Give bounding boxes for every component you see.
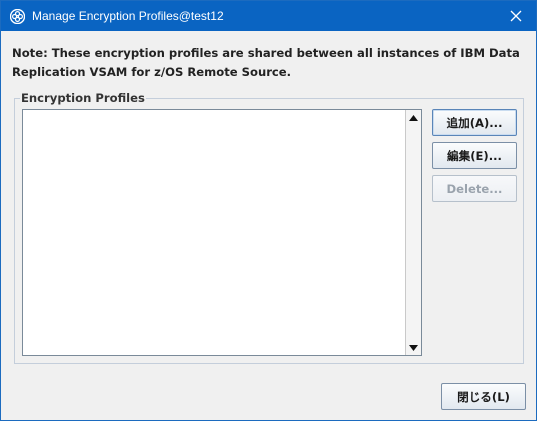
encryption-profiles-group-title: Encryption Profiles [20,91,146,105]
shared-profiles-note: Note: These encryption profiles are shar… [12,46,520,79]
add-profile-button[interactable]: 追加(A)... [432,109,517,136]
scroll-down-button[interactable] [406,341,421,355]
scroll-up-arrow-icon [409,115,418,121]
encryption-profiles-list[interactable] [22,109,422,356]
close-dialog-button[interactable]: 閉じる(L) [441,383,526,410]
edit-profile-button[interactable]: 編集(E)... [432,142,517,169]
profiles-list-scrollbar[interactable] [405,110,421,355]
delete-profile-button[interactable]: Delete... [432,175,517,202]
scroll-down-arrow-icon [409,345,418,351]
close-icon [510,10,522,22]
window-title: Manage Encryption Profiles@test12 [32,9,224,23]
scroll-up-button[interactable] [406,111,421,125]
app-logo-icon [9,8,26,25]
close-window-button[interactable] [496,1,536,31]
title-bar[interactable]: Manage Encryption Profiles@test12 [1,1,536,31]
manage-encryption-profiles-dialog: Manage Encryption Profiles@test12 Note: … [0,0,537,421]
